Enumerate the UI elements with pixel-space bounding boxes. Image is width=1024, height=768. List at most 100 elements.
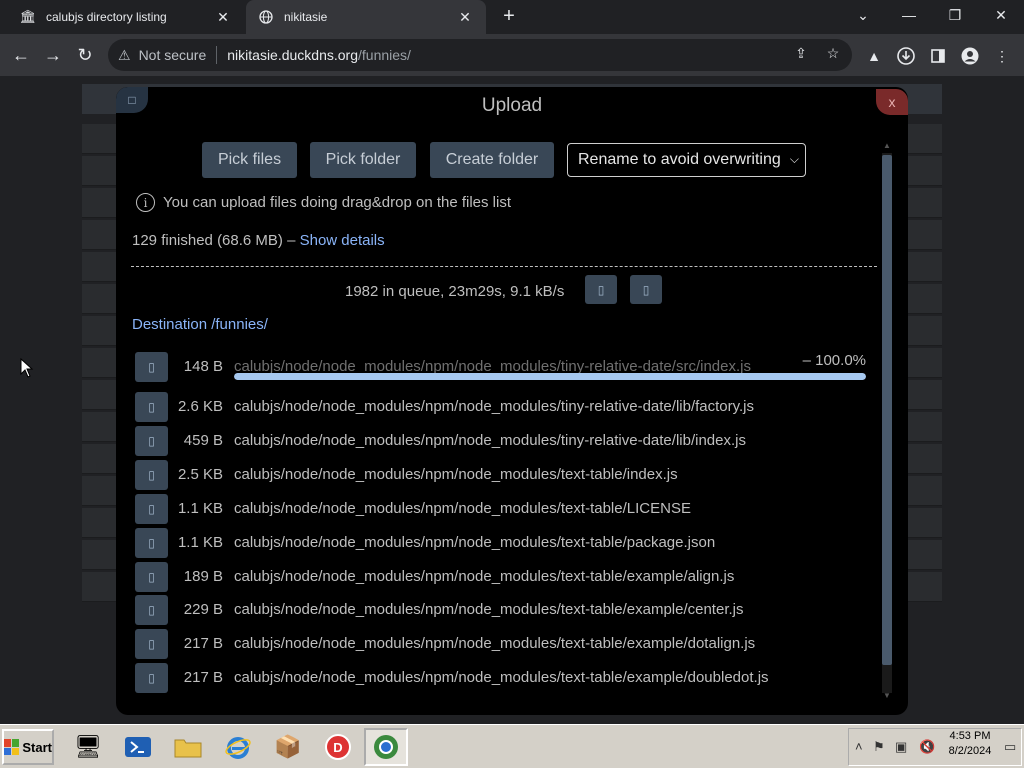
- chrome-taskbar-icon[interactable]: [364, 728, 408, 766]
- file-percent: – 100.0%: [802, 352, 866, 369]
- powershell-icon[interactable]: [116, 728, 160, 766]
- network-icon[interactable]: ▣: [895, 739, 907, 755]
- file-list-scrollbar[interactable]: ▲ ▼: [879, 139, 895, 703]
- file-size: 148 B: [183, 358, 223, 375]
- share-icon[interactable]: ⇪: [790, 42, 812, 64]
- red-app-icon[interactable]: D: [316, 728, 360, 766]
- url-host[interactable]: nikitasie.duckdns.org: [227, 47, 358, 63]
- close-dialog-button[interactable]: x: [876, 89, 908, 115]
- file-size: 229 B: [183, 601, 223, 618]
- list-item: ▯ 217 B calubjs/node/node_modules/npm/no…: [116, 626, 886, 660]
- file-size: 217 B: [183, 635, 223, 652]
- scroll-thumb[interactable]: [882, 155, 892, 665]
- remove-file-button[interactable]: ▯: [135, 595, 168, 625]
- remove-file-button[interactable]: ▯: [135, 460, 168, 490]
- list-item: ▯ 459 B calubjs/node/node_modules/npm/no…: [116, 423, 886, 457]
- clock-time: 4:53 PM: [949, 730, 991, 742]
- close-icon[interactable]: ✕: [456, 9, 474, 26]
- divider: [131, 266, 877, 267]
- close-icon[interactable]: ✕: [214, 9, 232, 26]
- create-folder-button[interactable]: Create folder: [430, 142, 554, 178]
- file-size: 459 B: [183, 432, 223, 449]
- bookmark-star-icon[interactable]: ☆: [822, 42, 844, 64]
- file-path: calubjs/node/node_modules/npm/node_modul…: [234, 669, 769, 686]
- pick-files-button[interactable]: Pick files: [202, 142, 297, 178]
- back-arrow-icon[interactable]: ←: [8, 42, 34, 68]
- scroll-down-arrow-icon[interactable]: ▼: [882, 691, 892, 700]
- server-manager-icon[interactable]: 🖥: [66, 728, 110, 766]
- remove-file-button[interactable]: ▯: [135, 528, 168, 558]
- list-item: ▯ 189 B calubjs/node/node_modules/npm/no…: [116, 559, 886, 593]
- file-path: calubjs/node/node_modules/npm/node_modul…: [234, 500, 691, 517]
- list-item: ▯ 2.6 KB calubjs/node/node_modules/npm/n…: [116, 389, 886, 423]
- url-path[interactable]: /funnies/: [358, 47, 411, 63]
- chevron-down-icon: ⌵: [789, 152, 799, 166]
- minimize-button[interactable]: —: [886, 0, 932, 30]
- internet-explorer-icon[interactable]: [216, 728, 260, 766]
- tab-nikitasie[interactable]: nikitasie ✕: [246, 0, 486, 34]
- system-clock[interactable]: 4:53 PM 8/2/2024: [940, 729, 1000, 759]
- security-label[interactable]: Not secure: [139, 47, 207, 63]
- reload-icon[interactable]: ↻: [72, 42, 98, 68]
- show-desktop-icon[interactable]: ▭: [1004, 739, 1016, 755]
- tab-directory-listing[interactable]: 🏛︎ calubjs directory listing ✕: [8, 0, 244, 34]
- remove-file-button[interactable]: ▯: [135, 352, 168, 382]
- upload-dialog: □ Upload x Pick files Pick folder Create…: [116, 87, 908, 715]
- lab-flask-icon[interactable]: ▲: [864, 46, 884, 66]
- list-item: ▯ 1.1 KB calubjs/node/node_modules/npm/n…: [116, 491, 886, 525]
- file-path: calubjs/node/node_modules/npm/node_modul…: [234, 635, 756, 652]
- volume-muted-icon[interactable]: 🔇: [919, 739, 935, 755]
- start-button[interactable]: Start: [2, 729, 54, 765]
- flag-icon[interactable]: ⚑: [873, 739, 885, 755]
- conflict-mode-value: Rename to avoid overwriting: [578, 151, 781, 168]
- list-item: ▯ 217 B calubjs/node/node_modules/npm/no…: [116, 660, 886, 694]
- file-path: calubjs/node/node_modules/npm/node_modul…: [234, 432, 746, 449]
- scroll-up-arrow-icon[interactable]: ▲: [882, 141, 892, 150]
- remove-file-button[interactable]: ▯: [135, 562, 168, 592]
- conflict-mode-select[interactable]: Rename to avoid overwriting ⌵: [567, 143, 806, 177]
- columns-icon: 🏛︎: [19, 9, 37, 24]
- side-panel-icon[interactable]: [928, 46, 948, 66]
- clear-queue-button[interactable]: ▯: [630, 275, 662, 304]
- svg-text:D: D: [333, 740, 342, 755]
- tab-title: nikitasie: [284, 10, 328, 24]
- file-path: calubjs/node/node_modules/npm/node_modul…: [234, 398, 755, 415]
- list-item: ▯ 2.5 KB calubjs/node/node_modules/npm/n…: [116, 457, 886, 491]
- file-size: 2.5 KB: [177, 466, 223, 483]
- progress-fill: [234, 373, 866, 380]
- file-size: 217 B: [183, 669, 223, 686]
- download-icon[interactable]: [896, 46, 916, 66]
- remove-file-button[interactable]: ▯: [135, 392, 168, 422]
- divider: [216, 46, 218, 64]
- upload-summary: 129 finished (68.6 MB) – Show details: [132, 232, 385, 249]
- remove-file-button[interactable]: ▯: [135, 663, 168, 693]
- new-tab-button[interactable]: +: [498, 6, 520, 28]
- tab-search-chevron-icon[interactable]: ⌄: [840, 0, 886, 30]
- package-installer-icon[interactable]: 📦: [266, 728, 310, 766]
- pause-queue-button[interactable]: ▯: [585, 275, 617, 304]
- taskbar: Start 🖥 📦 D ˄ ⚑ ▣ 🔇 ▭ 4:53 PM 8/2/2024: [0, 724, 1024, 768]
- dialog-title: Upload: [481, 95, 543, 116]
- restore-button[interactable]: ❐: [932, 0, 978, 30]
- explorer-folder-icon[interactable]: [166, 728, 210, 766]
- menu-kebab-icon[interactable]: ⋮: [992, 46, 1012, 66]
- remove-file-button[interactable]: ▯: [135, 629, 168, 659]
- remove-file-button[interactable]: ▯: [135, 426, 168, 456]
- list-item: ▯ 148 B calubjs/node/node_modules/npm/no…: [116, 349, 886, 383]
- forward-arrow-icon[interactable]: →: [40, 42, 66, 68]
- tab-title: calubjs directory listing: [46, 10, 167, 24]
- remove-file-button[interactable]: ▯: [135, 494, 168, 524]
- file-size: 1.1 KB: [177, 500, 223, 517]
- info-icon: i: [136, 193, 155, 212]
- file-path: calubjs/node/node_modules/npm/node_modul…: [234, 466, 678, 483]
- pick-folder-button[interactable]: Pick folder: [310, 142, 416, 178]
- tray-expand-chevron-icon[interactable]: ˄: [855, 739, 863, 754]
- file-path: calubjs/node/node_modules/npm/node_modul…: [234, 534, 716, 551]
- show-details-link[interactable]: Show details: [300, 232, 385, 249]
- warning-triangle-icon[interactable]: ⚠: [118, 47, 131, 64]
- address-bar[interactable]: ⚠ Not secure nikitasie.duckdns.org/funni…: [108, 39, 852, 71]
- profile-avatar-icon[interactable]: [960, 46, 980, 66]
- file-path: calubjs/node/node_modules/npm/node_modul…: [234, 568, 735, 585]
- window-close-button[interactable]: ✕: [978, 0, 1024, 30]
- mouse-cursor-icon: [20, 358, 34, 378]
